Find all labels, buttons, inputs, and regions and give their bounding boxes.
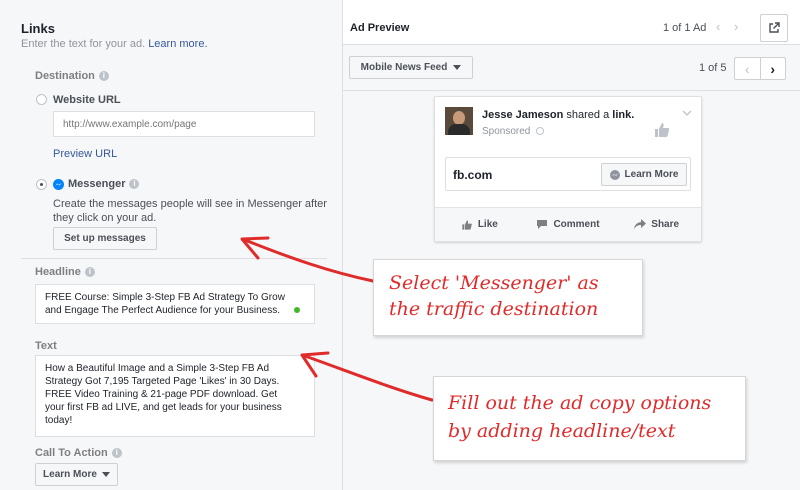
annotation-text: by adding headline/text xyxy=(448,420,676,442)
annotation-text: Select 'Messenger' as xyxy=(389,272,599,294)
annotation-note-adcopy: Fill out the ad copy options by adding h… xyxy=(433,376,746,461)
arrow-to-messenger xyxy=(243,238,375,283)
annotation-text: Fill out the ad copy options xyxy=(448,392,712,414)
annotation-text: the traffic destination xyxy=(389,298,599,320)
arrow-to-text xyxy=(303,354,434,402)
annotation-note-messenger: Select 'Messenger' as the traffic destin… xyxy=(373,259,643,336)
